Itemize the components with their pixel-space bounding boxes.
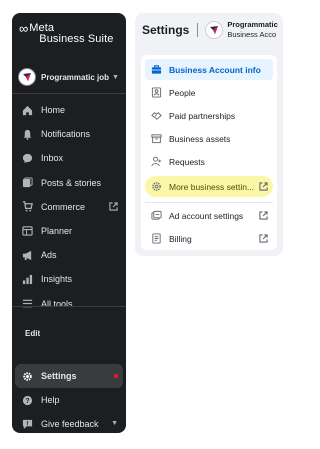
sidebar-item-posts-stories[interactable]: Posts & stories: [12, 171, 126, 195]
edit-button[interactable]: Edit: [25, 329, 40, 338]
external-link-icon: [259, 182, 268, 191]
sidebar-item-label: Insights: [41, 274, 73, 285]
sidebar-item-label: Settings: [41, 371, 77, 381]
settings-item-label: Paid partnerships: [169, 110, 236, 121]
sidebar-item-help[interactable]: ? Help: [12, 388, 126, 412]
settings-header: Settings Programmatic Business Acco: [135, 13, 283, 46]
external-link-icon: [109, 202, 118, 211]
bar-chart-icon: [21, 273, 34, 286]
sidebar-item-home[interactable]: Home: [12, 98, 126, 122]
divider: [197, 22, 199, 37]
account-name: Programmatic: [227, 19, 278, 29]
people-icon: [150, 87, 162, 99]
brand-line2: Business Suite: [39, 33, 114, 45]
gear-icon: [150, 181, 162, 193]
main-nav: Home Notifications Inbox Posts & stories…: [12, 98, 126, 316]
settings-item-label: Business Account info: [169, 64, 261, 75]
megaphone-icon: [21, 249, 34, 262]
cart-icon: [21, 200, 34, 213]
settings-item-business-account-info[interactable]: Business Account info: [145, 59, 273, 80]
svg-text:?: ?: [25, 397, 29, 404]
settings-panel: Settings Programmatic Business Acco Busi…: [135, 13, 283, 256]
meta-business-suite-logo[interactable]: ∞ Meta Business Suite: [19, 21, 114, 45]
sidebar-item-label: Give feedback: [41, 419, 99, 429]
feedback-icon: [21, 418, 34, 431]
left-sidebar: ∞ Meta Business Suite Programmatic job..…: [12, 13, 126, 433]
sidebar-item-settings[interactable]: Settings: [15, 364, 123, 388]
posts-icon: [21, 176, 34, 189]
chevron-down-icon: ▼: [111, 420, 118, 427]
sidebar-item-notifications[interactable]: Notifications: [12, 122, 126, 146]
sidebar-item-inbox[interactable]: Inbox: [12, 146, 126, 170]
calendar-icon: [21, 224, 34, 237]
sidebar-item-ads[interactable]: Ads: [12, 243, 126, 267]
assets-icon: [150, 133, 162, 145]
account-switcher[interactable]: Programmatic job... ▼: [18, 66, 122, 88]
sidebar-item-commerce[interactable]: Commerce: [12, 195, 126, 219]
account-name: Programmatic job...: [41, 72, 109, 82]
sidebar-item-give-feedback[interactable]: Give feedback ▼: [12, 412, 126, 436]
divider: [145, 202, 273, 203]
settings-item-business-assets[interactable]: Business assets: [145, 128, 273, 149]
account-switcher[interactable]: Programmatic Business Acco: [227, 20, 283, 40]
chevron-down-icon: ▼: [112, 73, 119, 81]
avatar: [205, 20, 224, 39]
settings-item-requests[interactable]: Requests: [145, 151, 273, 172]
account-type: Business Acco: [227, 29, 277, 39]
sidebar-item-insights[interactable]: Insights: [12, 267, 126, 291]
notification-dot: [114, 374, 118, 378]
home-icon: [21, 104, 34, 117]
chat-bubble-icon: [21, 152, 34, 165]
briefcase-icon: [150, 64, 162, 76]
billing-icon: [150, 233, 162, 245]
settings-item-label: Business assets: [169, 133, 231, 144]
sidebar-item-label: Planner: [41, 225, 73, 236]
external-link-icon: [259, 234, 268, 243]
divider: [12, 306, 126, 307]
avatar: [18, 68, 36, 86]
settings-item-more-business-settings[interactable]: More business settin...: [145, 176, 273, 197]
sidebar-item-label: Inbox: [41, 153, 64, 164]
meta-logo-icon: ∞: [19, 21, 29, 36]
bottom-nav: Settings ? Help Give feedback ▼: [12, 364, 126, 436]
person-add-icon: [150, 156, 162, 168]
sidebar-item-planner[interactable]: Planner: [12, 219, 126, 243]
settings-menu: Business Account info People Paid partne…: [141, 55, 277, 250]
settings-item-label: People: [169, 87, 196, 98]
gear-icon: [21, 370, 34, 383]
sidebar-item-label: Ads: [41, 250, 57, 261]
bell-icon: [21, 128, 34, 141]
sidebar-item-label: Help: [41, 395, 60, 405]
sidebar-item-label: Notifications: [41, 129, 91, 140]
settings-item-paid-partnerships[interactable]: Paid partnerships: [145, 105, 273, 126]
account-logo-icon: [23, 73, 31, 81]
handshake-icon: [150, 110, 162, 122]
sidebar-item-label: All tools: [41, 298, 73, 309]
ad-account-icon: [150, 210, 162, 222]
settings-item-label: Requests: [169, 156, 205, 167]
divider: [12, 93, 126, 94]
settings-item-label: More business settin...: [169, 181, 255, 192]
settings-item-ad-account-settings[interactable]: Ad account settings: [145, 205, 273, 226]
help-icon: ?: [21, 394, 34, 407]
settings-item-people[interactable]: People: [145, 82, 273, 103]
sidebar-item-label: Home: [41, 105, 66, 115]
external-link-icon: [259, 211, 268, 220]
account-logo-icon: [210, 25, 219, 34]
sidebar-item-label: Commerce: [41, 201, 86, 212]
settings-item-label: Billing: [169, 233, 192, 244]
sidebar-item-all-tools[interactable]: All tools: [12, 292, 126, 316]
sidebar-item-label: Posts & stories: [41, 177, 102, 188]
page-title: Settings: [142, 22, 190, 37]
settings-item-billing[interactable]: Billing: [145, 228, 273, 249]
menu-icon: [21, 297, 34, 310]
settings-item-label: Ad account settings: [169, 210, 244, 221]
